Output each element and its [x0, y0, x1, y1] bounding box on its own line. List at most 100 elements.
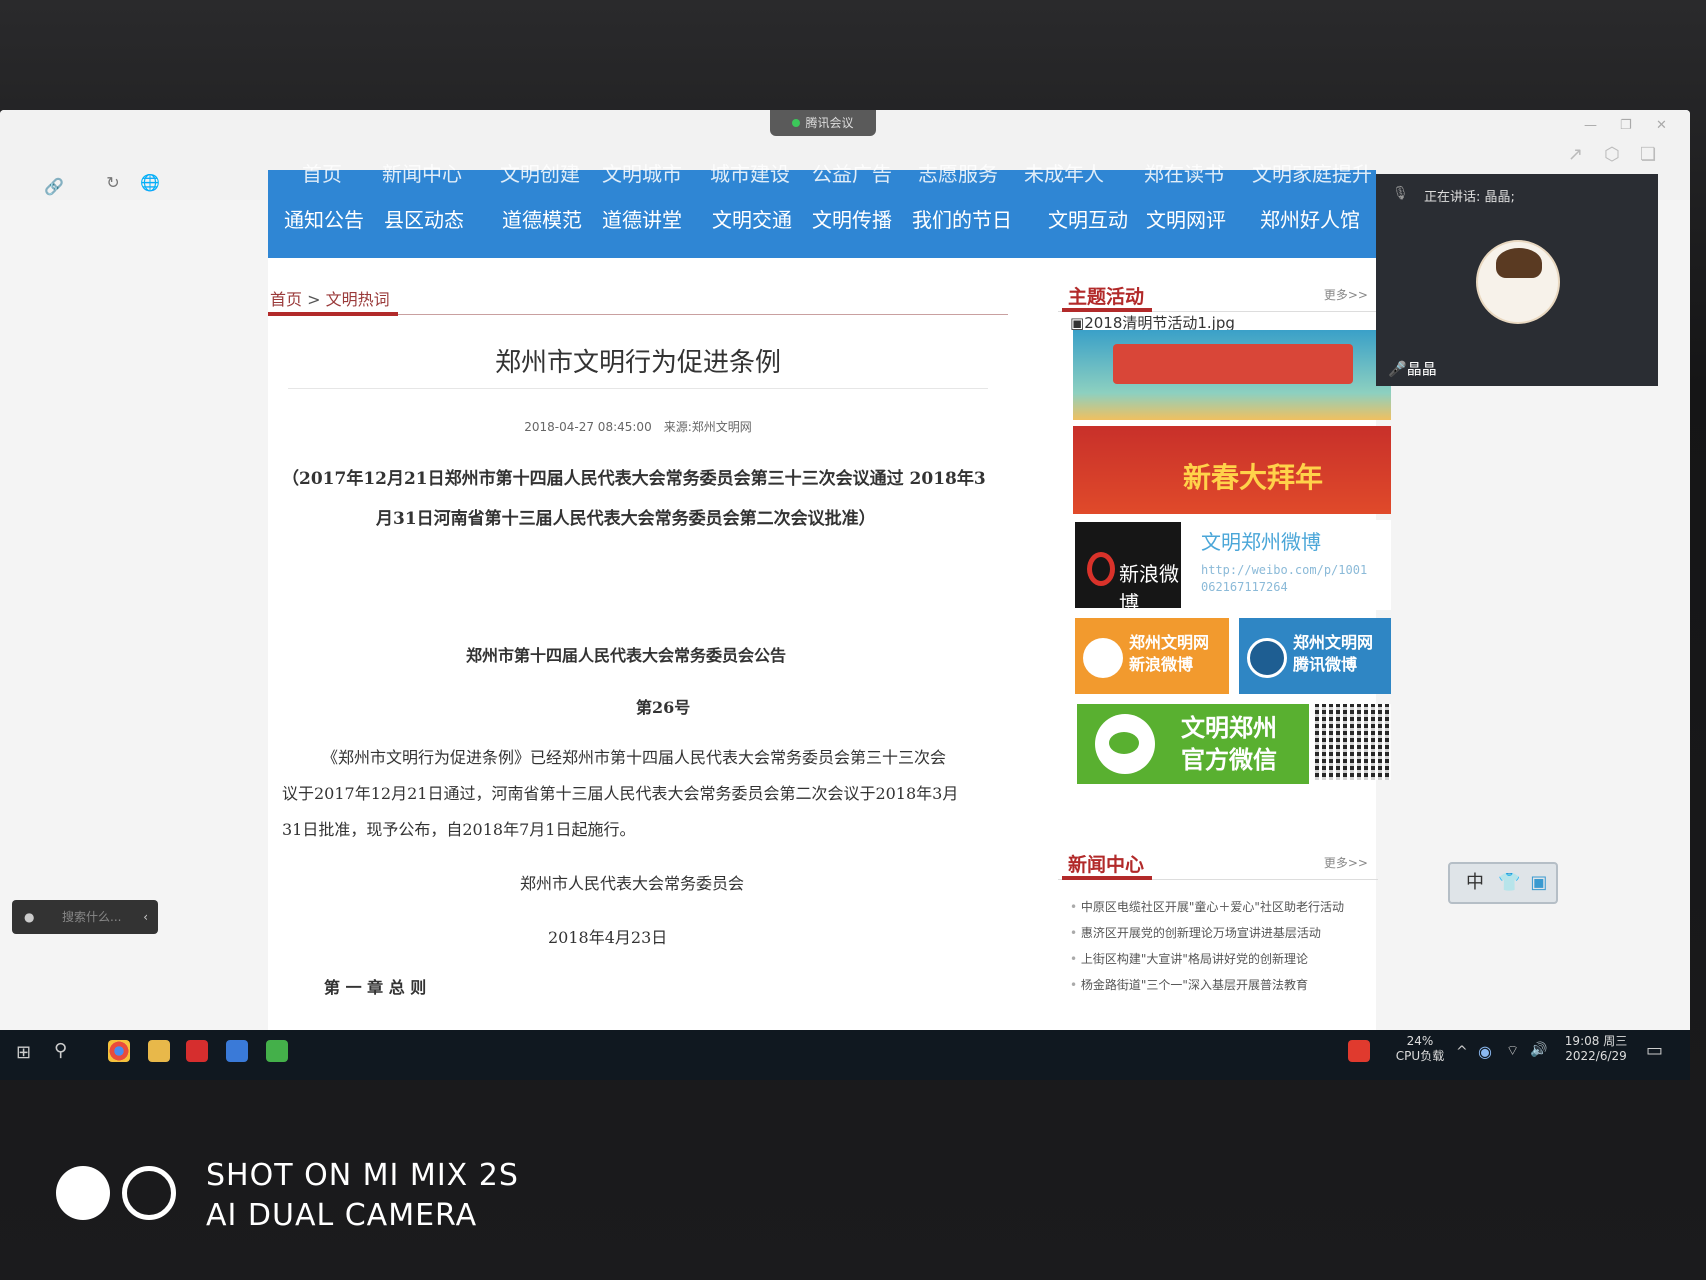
floating-search[interactable]: ● 搜索什么... ‹: [12, 900, 158, 934]
watermark-line1: SHOT ON MI MIX 2S: [206, 1158, 519, 1193]
sina-weibo-logo: 新浪微博: [1075, 522, 1181, 610]
refresh-icon[interactable]: ↻: [104, 174, 122, 192]
news-item[interactable]: 中原区电缆社区开展"童心＋爱心"社区助老行活动: [1070, 898, 1380, 924]
chapter-heading: 第 一 章 总 则: [324, 978, 427, 997]
nav-item-models[interactable]: 道德模范: [502, 204, 582, 233]
sidebar: 主题活动 更多>> ▣2018清明节活动1.jpg 新春大拜年 新浪微博 文明郑…: [1058, 258, 1391, 1060]
ime-skin-icon[interactable]: 👕: [1498, 872, 1520, 893]
ime-toolbar[interactable]: 中 👕 ▣: [1448, 862, 1558, 904]
signer: 郑州市人民代表大会常务委员会: [520, 874, 745, 893]
banner-ribbon: [1113, 344, 1353, 384]
globe-icon[interactable]: 🌐: [140, 174, 160, 192]
news-item[interactable]: 上街区构建"大宣讲"格局讲好党的创新理论: [1070, 950, 1380, 976]
banner-new-year-text: 新春大拜年: [1183, 461, 1324, 494]
tencent-icon: [1247, 638, 1287, 678]
cpu-load: 24% CPU负载: [1390, 1034, 1450, 1064]
mic-small-icon: 🎤: [1388, 360, 1407, 378]
nav-item[interactable]: 文明家庭提升: [1252, 158, 1372, 187]
theme-more-link[interactable]: 更多>>: [1324, 286, 1368, 303]
banner-new-year[interactable]: 新春大拜年: [1073, 426, 1391, 514]
nav-item-county[interactable]: 县区动态: [384, 204, 464, 233]
nav-item-festival[interactable]: 我们的节日: [912, 204, 1012, 233]
wechat-button[interactable]: 文明郑州 官方微信: [1077, 704, 1309, 784]
nav-item-good-people[interactable]: 郑州好人馆: [1260, 204, 1360, 233]
sina-weibo-button[interactable]: 郑州文明网 新浪微博: [1075, 618, 1229, 694]
nav-item-traffic[interactable]: 文明交通: [712, 204, 792, 233]
box-icon[interactable]: ⬡: [1604, 144, 1620, 165]
news-underline: [1062, 876, 1152, 880]
collapse-icon[interactable]: ‹: [143, 900, 148, 934]
sogou-tray-icon[interactable]: [1348, 1040, 1370, 1062]
avatar: [1476, 240, 1560, 324]
body-line: 议于2017年12月21日通过，河南省第十三届人民代表大会常务委员会第二次会议于…: [282, 784, 959, 803]
article-title: 郑州市文明行为促进条例: [494, 348, 781, 378]
breadcrumb-current[interactable]: 文明热词: [326, 290, 390, 309]
nav-item[interactable]: 未成年人: [1024, 158, 1104, 187]
nav-item[interactable]: 城市建设: [710, 158, 790, 187]
nav-item-interact[interactable]: 文明互动: [1048, 204, 1128, 233]
nav-item[interactable]: 文明创建: [500, 158, 580, 187]
minimize-icon[interactable]: —: [1584, 118, 1597, 133]
nav-item[interactable]: 文明城市: [602, 158, 682, 187]
wechat-icon: [1095, 714, 1155, 774]
article-meta: 2018-04-27 08:45:00 来源:郑州文明网: [524, 420, 752, 434]
breadcrumb-home[interactable]: 首页: [270, 290, 302, 309]
notification-icon[interactable]: ▭: [1646, 1040, 1663, 1061]
nav-item[interactable]: 郑在读书: [1144, 158, 1224, 187]
watermark-text: SHOT ON MI MIX 2S AI DUAL CAMERA: [206, 1156, 519, 1236]
nav-item[interactable]: 新闻中心: [382, 158, 462, 187]
close-icon[interactable]: ✕: [1656, 118, 1667, 133]
tray-expand-icon[interactable]: ^: [1456, 1044, 1468, 1060]
copy-icon[interactable]: ❏: [1640, 144, 1656, 165]
weibo-account-name: 文明郑州微博: [1201, 530, 1321, 554]
theme-header: 主题活动 更多>>: [1058, 272, 1378, 312]
taskbar-search-icon[interactable]: ⚲: [54, 1040, 67, 1061]
nav-item[interactable]: 首页: [302, 158, 342, 187]
title-divider: [288, 388, 988, 389]
qr-code: [1315, 704, 1391, 780]
nav-item-notice[interactable]: 通知公告: [284, 204, 364, 233]
meeting-app-icon[interactable]: [226, 1040, 248, 1062]
wifi-icon[interactable]: ⌔: [1506, 1042, 1519, 1060]
weibo-buttons: 郑州文明网 新浪微博 郑州文明网 腾讯微博: [1073, 618, 1391, 694]
nav-item-spread[interactable]: 文明传播: [812, 204, 892, 233]
browser-app-icon[interactable]: [108, 1040, 130, 1062]
nav-item[interactable]: 公益广告: [812, 158, 892, 187]
banner-activity[interactable]: [1073, 330, 1391, 420]
preamble-line: （2017年12月21日郑州市第十四届人民代表大会常务委员会第三十三次会议通过 …: [282, 469, 986, 489]
clock-time: 19:08 周三: [1564, 1034, 1628, 1048]
wechat-banner[interactable]: 文明郑州 官方微信: [1073, 702, 1391, 786]
meeting-tab[interactable]: 腾讯会议: [770, 110, 876, 136]
search-pill-text: 搜索什么...: [62, 910, 122, 924]
tencent-weibo-button[interactable]: 郑州文明网 腾讯微博: [1239, 618, 1391, 694]
meeting-video-panel: 🎙 正在讲话: 晶晶; 🎤晶晶: [1376, 174, 1658, 386]
wps-app-icon[interactable]: [186, 1040, 208, 1062]
volume-icon[interactable]: 🔊: [1530, 1042, 1547, 1058]
weibo-eye-icon: [1087, 552, 1115, 586]
news-more-link[interactable]: 更多>>: [1324, 854, 1368, 871]
news-item[interactable]: 杨金路街道"三个一"深入基层开展普法教育: [1070, 976, 1380, 1002]
banner-weibo[interactable]: 新浪微博 文明郑州微博 http://weibo.com/p/1001 06216…: [1073, 520, 1391, 610]
weibo-url: http://weibo.com/p/1001 062167117264: [1201, 562, 1367, 596]
sina-icon: [1083, 638, 1123, 678]
link-icon[interactable]: 🔗: [44, 178, 64, 196]
windows-start-icon[interactable]: ⊞: [16, 1042, 31, 1063]
ime-mode[interactable]: 中: [1466, 872, 1484, 893]
maximize-icon[interactable]: ❐: [1620, 118, 1632, 133]
nav-item-review[interactable]: 文明网评: [1146, 204, 1226, 233]
weibo-url-line: 062167117264: [1201, 580, 1288, 594]
network-tray-icon[interactable]: ◉: [1478, 1042, 1492, 1061]
speaking-label: 正在讲话: 晶晶;: [1424, 190, 1515, 205]
news-list: 中原区电缆社区开展"童心＋爱心"社区助老行活动 惠济区开展党的创新理论万场宣讲进…: [1070, 898, 1380, 1002]
wechat-app-icon[interactable]: [266, 1040, 288, 1062]
participant-name-tag: 🎤晶晶: [1388, 358, 1437, 379]
ime-keyboard-icon[interactable]: ▣: [1530, 872, 1547, 893]
share-icon[interactable]: ↗: [1568, 144, 1583, 165]
news-item[interactable]: 惠济区开展党的创新理论万场宣讲进基层活动: [1070, 924, 1380, 950]
nav-item-lecture[interactable]: 道德讲堂: [602, 204, 682, 233]
clock[interactable]: 19:08 周三 2022/6/29: [1556, 1034, 1636, 1064]
cpu-pct: 24%: [1406, 1034, 1434, 1048]
nav-item[interactable]: 志愿服务: [918, 158, 998, 187]
breadcrumb-underline: [268, 312, 398, 316]
explorer-app-icon[interactable]: [148, 1040, 170, 1062]
